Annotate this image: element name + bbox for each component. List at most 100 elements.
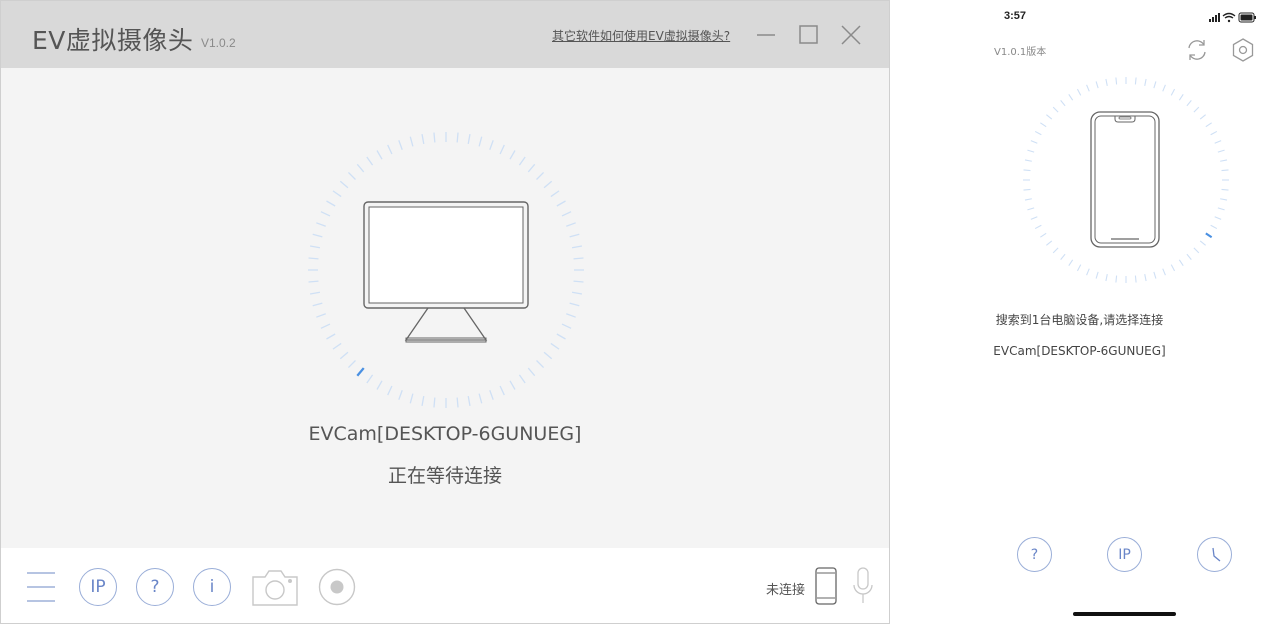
scanning-ring — [1023, 77, 1229, 283]
ring-tick — [376, 380, 383, 390]
ring-tick — [1199, 240, 1206, 246]
ring-tick — [478, 393, 483, 404]
app-version: V1.0.1版本 — [994, 47, 1047, 58]
refresh-icon — [1188, 40, 1206, 60]
ring-tick — [1030, 216, 1038, 220]
ring-tick — [312, 302, 323, 307]
ring-tick — [1178, 259, 1184, 266]
maximize-icon — [799, 25, 818, 44]
ring-tick — [1153, 271, 1157, 279]
ring-tick — [387, 144, 393, 155]
close-button[interactable] — [837, 21, 865, 49]
ring-tick — [456, 397, 459, 408]
ring-tick — [509, 150, 516, 160]
phone-device-indicator — [814, 567, 838, 605]
ring-tick — [1105, 78, 1108, 86]
ring-tick — [536, 171, 545, 180]
ring-tick — [366, 374, 374, 384]
history-button[interactable] — [1197, 537, 1232, 572]
help-button[interactable]: ? — [1017, 537, 1052, 572]
ring-tick — [571, 291, 583, 295]
microphone-icon — [853, 567, 873, 603]
ip-button[interactable]: IP — [79, 568, 117, 606]
ring-tick — [1186, 253, 1192, 260]
ring-tick — [1205, 122, 1212, 128]
ring-tick — [1153, 81, 1157, 89]
ring-tick — [1144, 78, 1147, 86]
ring-tick — [356, 163, 365, 173]
info-button[interactable]: i — [193, 568, 231, 606]
help-button[interactable]: ? — [136, 568, 174, 606]
ring-tick — [1221, 169, 1229, 172]
ip-label: IP — [90, 577, 106, 597]
maximize-button[interactable] — [795, 21, 823, 49]
ring-tick — [332, 190, 342, 198]
ring-tick — [527, 367, 536, 377]
ring-tick — [1178, 94, 1184, 101]
camera-button[interactable] — [250, 567, 300, 607]
app-version: V1.0.2 — [201, 36, 236, 50]
ring-tick — [1027, 149, 1035, 153]
ip-label: IP — [1118, 546, 1131, 563]
record-icon — [318, 568, 356, 606]
minimize-button[interactable] — [752, 21, 780, 49]
ring-tick — [571, 245, 583, 249]
desktop-window: EV虚拟摄像头 V1.0.2 其它软件如何使用EV虚拟摄像头? EVCam[DE… — [0, 0, 890, 624]
ring-tick — [1205, 232, 1213, 239]
ring-tick — [316, 313, 326, 318]
ring-tick — [1046, 240, 1053, 246]
phone-screen: 3:57 V1.0.1版本 搜索到1台电脑设备,请选择连接 EVCam[DESK… — [890, 0, 1269, 624]
battery-icon — [1238, 12, 1256, 23]
ring-tick — [1086, 84, 1090, 92]
ring-tick — [573, 280, 584, 283]
ring-tick — [326, 333, 336, 340]
ring-tick — [1060, 100, 1066, 107]
wifi-icon — [1222, 12, 1236, 23]
record-button[interactable] — [318, 568, 356, 606]
ring-tick — [398, 140, 403, 150]
ring-tick — [1170, 88, 1176, 96]
title-bar[interactable]: EV虚拟摄像头 V1.0.2 其它软件如何使用EV虚拟摄像头? — [1, 1, 889, 68]
refresh-button[interactable] — [1183, 36, 1211, 64]
ring-tick — [409, 393, 414, 404]
microphone-button[interactable] — [851, 566, 875, 606]
connection-label: 未连接 — [766, 583, 806, 598]
ring-tick — [1068, 94, 1074, 101]
ring-tick — [543, 180, 553, 189]
ring-tick — [1134, 275, 1137, 283]
status-bar-icons — [1209, 12, 1256, 23]
ring-tick — [556, 333, 566, 340]
ring-tick — [569, 233, 580, 238]
ring-tick — [1076, 88, 1082, 96]
ring-tick — [543, 351, 553, 360]
settings-button[interactable] — [1229, 36, 1257, 64]
app-title: EV虚拟摄像头 — [32, 26, 194, 55]
ring-tick — [518, 156, 526, 166]
ring-tick — [1162, 268, 1166, 276]
ring-tick — [499, 385, 505, 396]
ring-tick — [421, 133, 425, 145]
device-list-item[interactable]: EVCam[DESKTOP-6GUNUEG] — [890, 344, 1269, 358]
ring-tick — [347, 360, 356, 369]
ring-tick — [409, 136, 414, 147]
ring-tick — [387, 385, 393, 396]
ring-tick — [1095, 81, 1099, 89]
ip-button[interactable]: IP — [1107, 537, 1142, 572]
ring-tick — [527, 163, 536, 173]
menu-button[interactable] — [25, 570, 57, 604]
ring-tick — [1046, 114, 1053, 120]
ring-tick — [398, 390, 403, 400]
ring-tick — [339, 180, 349, 189]
ring-tick — [478, 136, 483, 147]
ring-tick — [509, 380, 516, 390]
ring-tick — [518, 374, 526, 384]
ring-tick — [433, 132, 436, 143]
ring-tick — [550, 342, 560, 350]
ring-tick — [1115, 77, 1118, 85]
search-status: 搜索到1台电脑设备,请选择连接 — [995, 313, 1164, 327]
ring-tick — [312, 233, 323, 238]
smartphone-icon — [1090, 111, 1160, 248]
ring-tick — [1214, 216, 1222, 220]
home-indicator[interactable] — [1073, 612, 1176, 616]
help-link[interactable]: 其它软件如何使用EV虚拟摄像头? — [552, 27, 730, 44]
